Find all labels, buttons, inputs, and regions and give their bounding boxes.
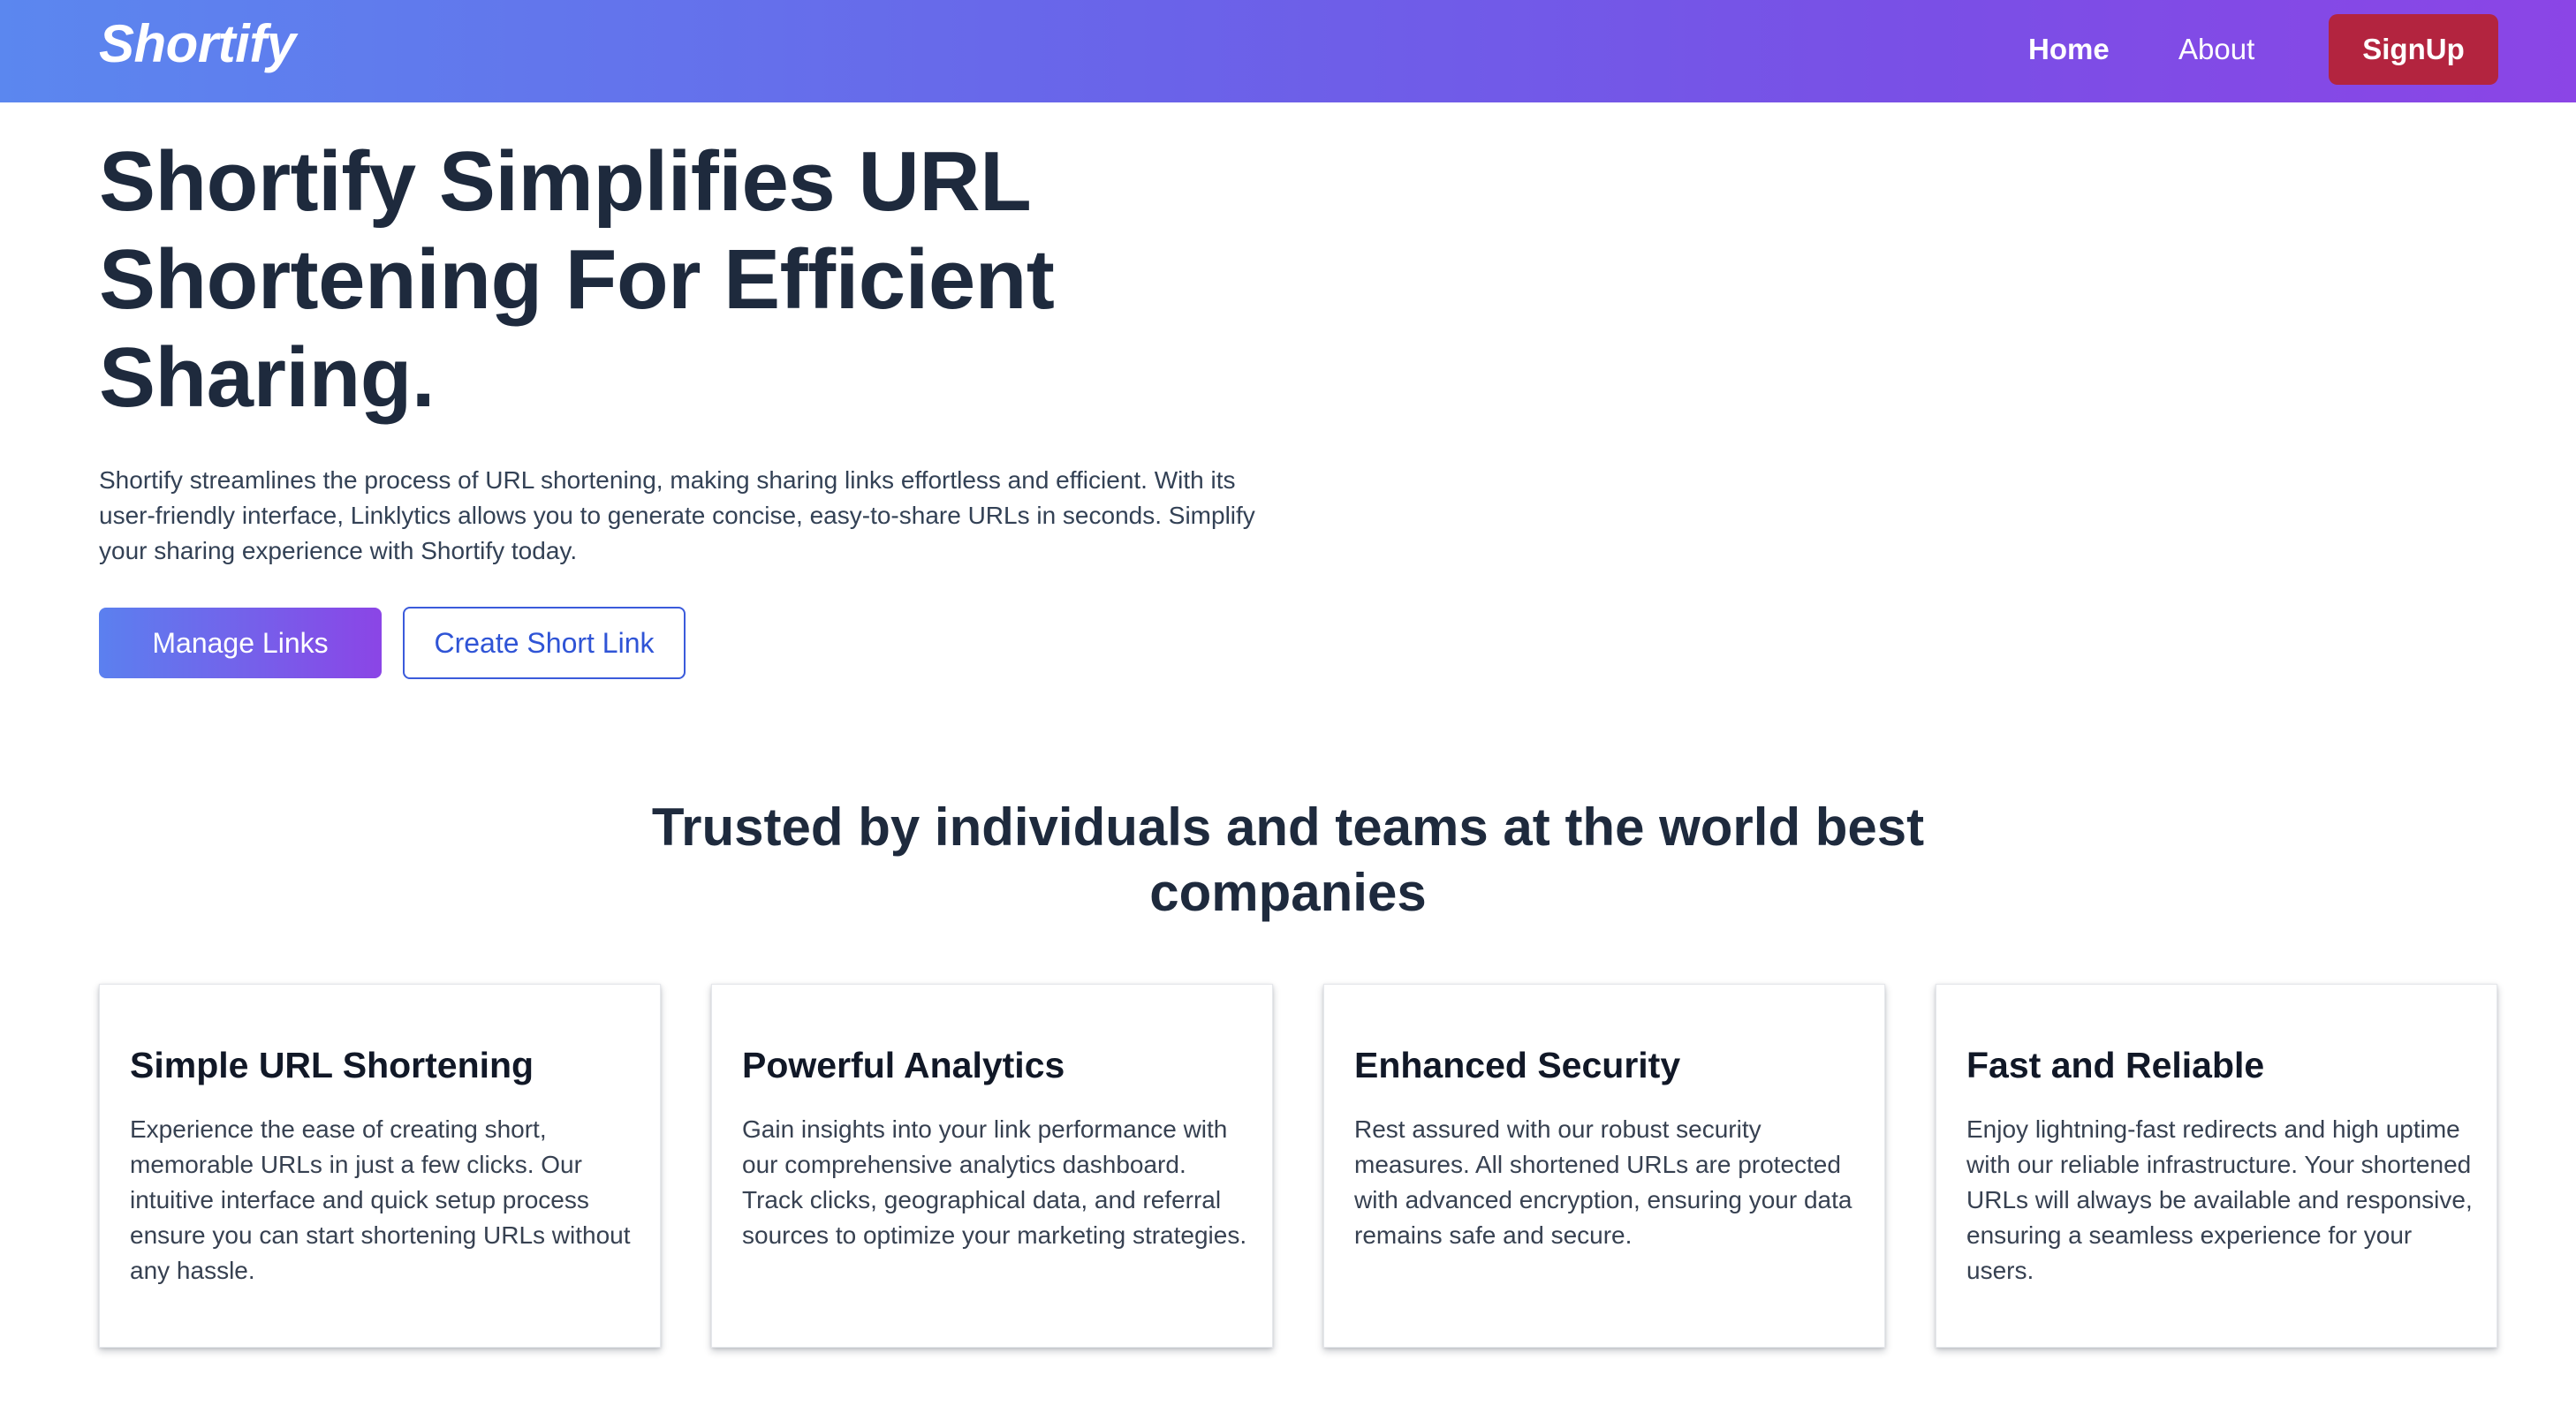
feature-card-text: Enjoy lightning-fast redirects and high …: [1966, 1115, 2473, 1284]
create-short-link-button[interactable]: Create Short Link: [403, 607, 686, 679]
hero-description: Shortify streamlines the process of URL …: [99, 466, 1255, 564]
feature-card-title: Fast and Reliable: [1966, 1045, 2265, 1085]
brand-logo[interactable]: Shortify: [99, 9, 296, 79]
navbar: Shortify Home About SignUp: [0, 0, 2576, 102]
feature-card-fast-and-reliable: Fast and Reliable Enjoy lightning-fast r…: [1936, 984, 2497, 1348]
hero-title: Shortify Simplifies URL Shortening For E…: [99, 134, 1055, 425]
manage-links-button[interactable]: Manage Links: [99, 608, 382, 678]
feature-card-title: Powerful Analytics: [742, 1045, 1065, 1085]
signup-button[interactable]: SignUp: [2329, 14, 2498, 85]
feature-card-title: Enhanced Security: [1354, 1045, 1681, 1085]
feature-card-text: Rest assured with our robust security me…: [1354, 1115, 1852, 1249]
feature-card-simple-url-shortening: Simple URL Shortening Experience the eas…: [99, 984, 661, 1348]
feature-card-enhanced-security: Enhanced Security Rest assured with our …: [1323, 984, 1885, 1348]
nav-link-about[interactable]: About: [2178, 25, 2254, 74]
nav-link-home[interactable]: Home: [2028, 25, 2110, 74]
feature-card-text: Experience the ease of creating short, m…: [130, 1115, 631, 1284]
feature-card-powerful-analytics: Powerful Analytics Gain insights into yo…: [711, 984, 1273, 1348]
feature-card-title: Simple URL Shortening: [130, 1045, 534, 1085]
feature-card-text: Gain insights into your link performance…: [742, 1115, 1247, 1249]
trusted-heading: Trusted by individuals and teams at the …: [651, 797, 1925, 922]
